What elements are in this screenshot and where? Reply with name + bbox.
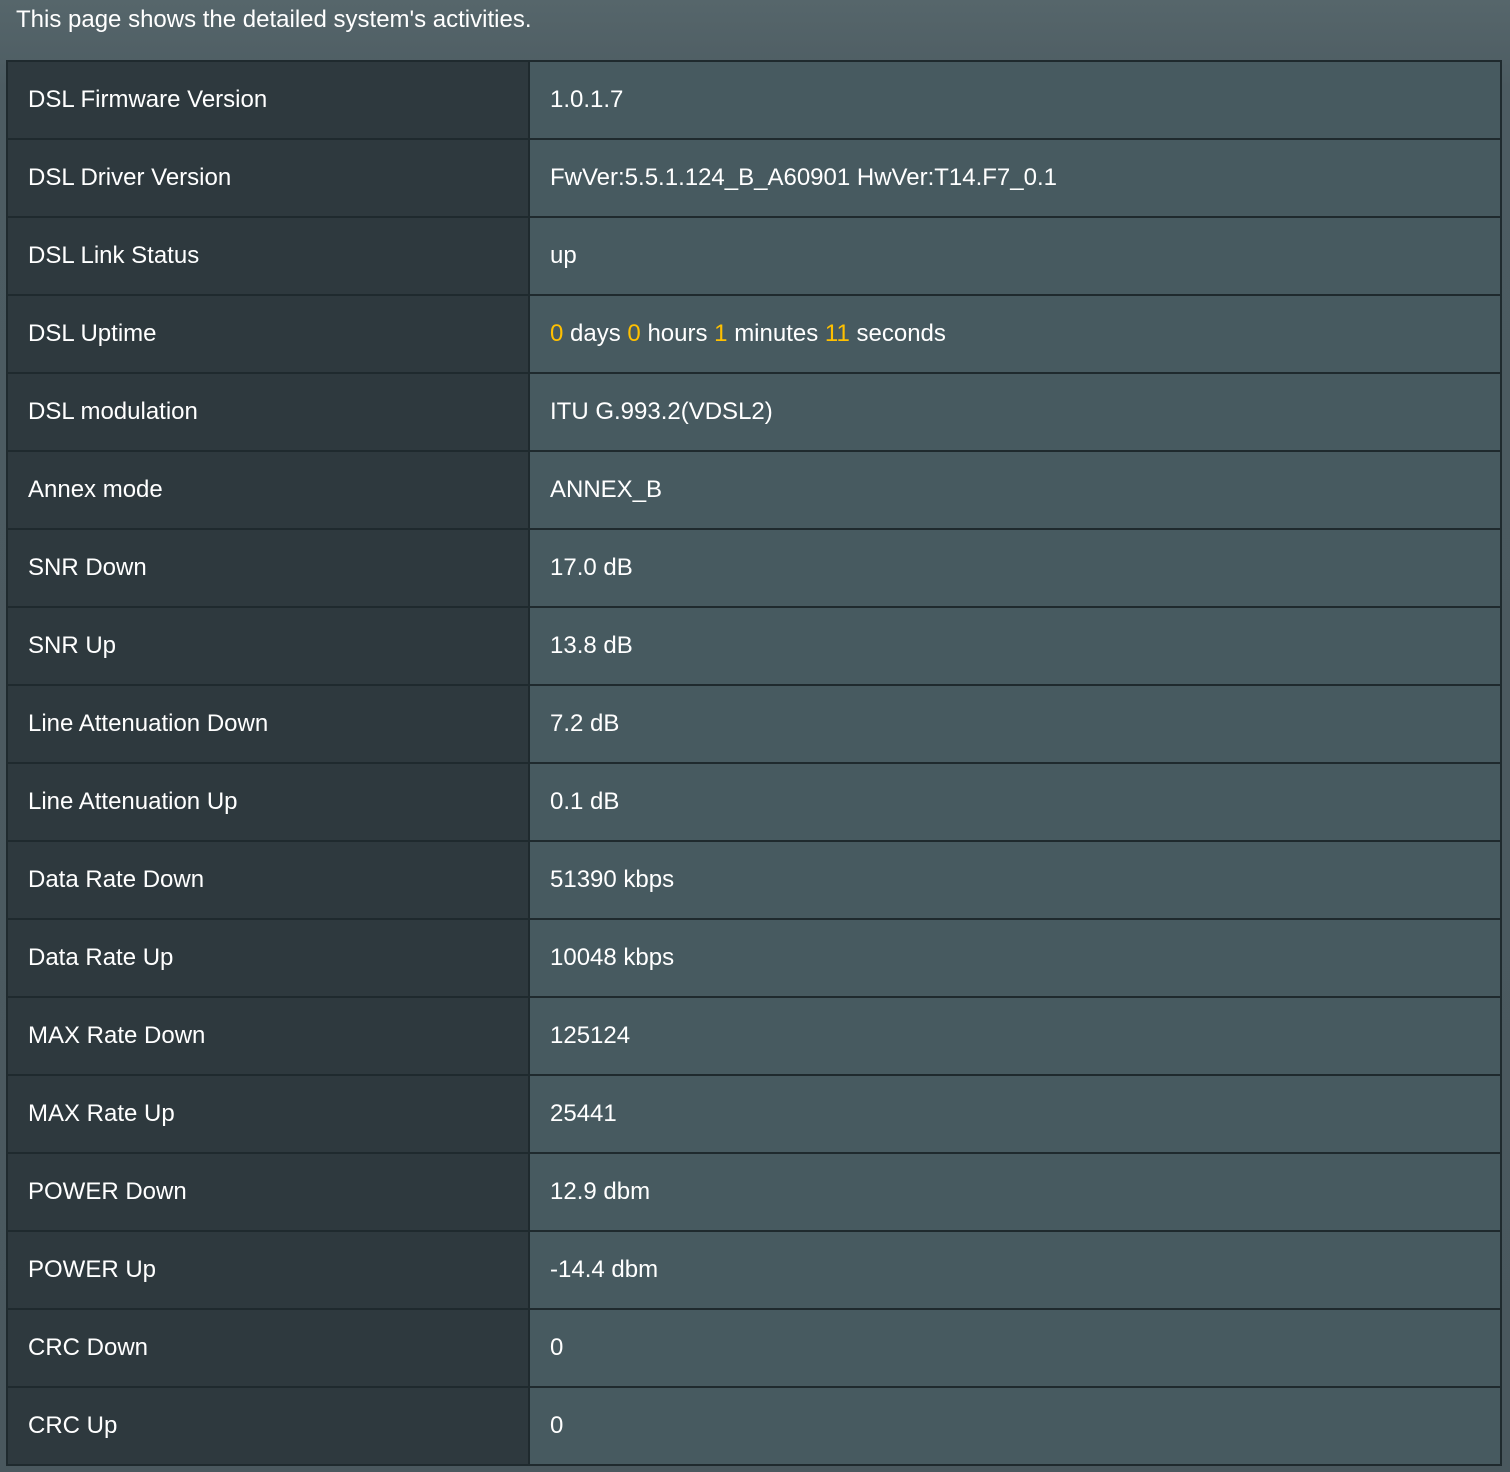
row-label: DSL Firmware Version xyxy=(6,60,530,140)
page-description: This page shows the detailed system's ac… xyxy=(16,6,532,33)
row-label: MAX Rate Down xyxy=(6,996,530,1076)
row-value: 125124 xyxy=(528,996,1502,1076)
row-label: Line Attenuation Down xyxy=(6,684,530,764)
uptime-days-unit: days xyxy=(570,320,621,347)
table-row: DSL Firmware Version 1.0.1.7 xyxy=(6,60,1502,140)
row-label: Annex mode xyxy=(6,450,530,530)
dsl-status-table: DSL Firmware Version 1.0.1.7 DSL Driver … xyxy=(6,60,1502,1466)
row-label: DSL modulation xyxy=(6,372,530,452)
table-row: DSL Link Status up xyxy=(6,216,1502,296)
row-value: 13.8 dB xyxy=(528,606,1502,686)
row-value: 0 xyxy=(528,1386,1502,1466)
table-row: POWER Down 12.9 dbm xyxy=(6,1152,1502,1232)
row-label: DSL Driver Version xyxy=(6,138,530,218)
row-value: FwVer:5.5.1.124_B_A60901 HwVer:T14.F7_0.… xyxy=(528,138,1502,218)
table-row: Line Attenuation Down 7.2 dB xyxy=(6,684,1502,764)
table-row: CRC Down 0 xyxy=(6,1308,1502,1388)
row-label: SNR Down xyxy=(6,528,530,608)
row-value: 7.2 dB xyxy=(528,684,1502,764)
table-row: POWER Up -14.4 dbm xyxy=(6,1230,1502,1310)
row-label: CRC Down xyxy=(6,1308,530,1388)
table-row: Data Rate Down 51390 kbps xyxy=(6,840,1502,920)
table-row: CRC Up 0 xyxy=(6,1386,1502,1466)
row-value: 12.9 dbm xyxy=(528,1152,1502,1232)
row-value: ANNEX_B xyxy=(528,450,1502,530)
table-row: Data Rate Up 10048 kbps xyxy=(6,918,1502,998)
uptime-seconds-unit: seconds xyxy=(856,320,946,347)
table-row: Annex mode ANNEX_B xyxy=(6,450,1502,530)
row-label: SNR Up xyxy=(6,606,530,686)
row-value: 1.0.1.7 xyxy=(528,60,1502,140)
row-label: POWER Up xyxy=(6,1230,530,1310)
table-row: DSL Uptime 0 days 0 hours 1 minutes 11 s… xyxy=(6,294,1502,374)
row-value: ITU G.993.2(VDSL2) xyxy=(528,372,1502,452)
table-row: SNR Up 13.8 dB xyxy=(6,606,1502,686)
row-value: 10048 kbps xyxy=(528,918,1502,998)
row-label: DSL Link Status xyxy=(6,216,530,296)
table-row: Line Attenuation Up 0.1 dB xyxy=(6,762,1502,842)
row-label: Line Attenuation Up xyxy=(6,762,530,842)
table-row: DSL modulation ITU G.993.2(VDSL2) xyxy=(6,372,1502,452)
row-value: 0 xyxy=(528,1308,1502,1388)
uptime-hours: 0 xyxy=(627,320,641,347)
row-label: POWER Down xyxy=(6,1152,530,1232)
table-row: MAX Rate Up 25441 xyxy=(6,1074,1502,1154)
uptime-minutes-unit: minutes xyxy=(734,320,819,347)
row-value: 25441 xyxy=(528,1074,1502,1154)
table-row: SNR Down 17.0 dB xyxy=(6,528,1502,608)
uptime-minutes: 1 xyxy=(714,320,728,347)
row-label: DSL Uptime xyxy=(6,294,530,374)
uptime-hours-unit: hours xyxy=(647,320,708,347)
row-value: 51390 kbps xyxy=(528,840,1502,920)
row-label: MAX Rate Up xyxy=(6,1074,530,1154)
table-row: MAX Rate Down 125124 xyxy=(6,996,1502,1076)
row-value: -14.4 dbm xyxy=(528,1230,1502,1310)
row-label: Data Rate Up xyxy=(6,918,530,998)
dsl-uptime-value: 0 days 0 hours 1 minutes 11 seconds xyxy=(528,294,1502,374)
table-row: DSL Driver Version FwVer:5.5.1.124_B_A60… xyxy=(6,138,1502,218)
row-value: 17.0 dB xyxy=(528,528,1502,608)
uptime-seconds: 11 xyxy=(824,320,850,347)
row-value: up xyxy=(528,216,1502,296)
uptime-days: 0 xyxy=(550,320,564,347)
row-label: CRC Up xyxy=(6,1386,530,1466)
row-value: 0.1 dB xyxy=(528,762,1502,842)
row-label: Data Rate Down xyxy=(6,840,530,920)
